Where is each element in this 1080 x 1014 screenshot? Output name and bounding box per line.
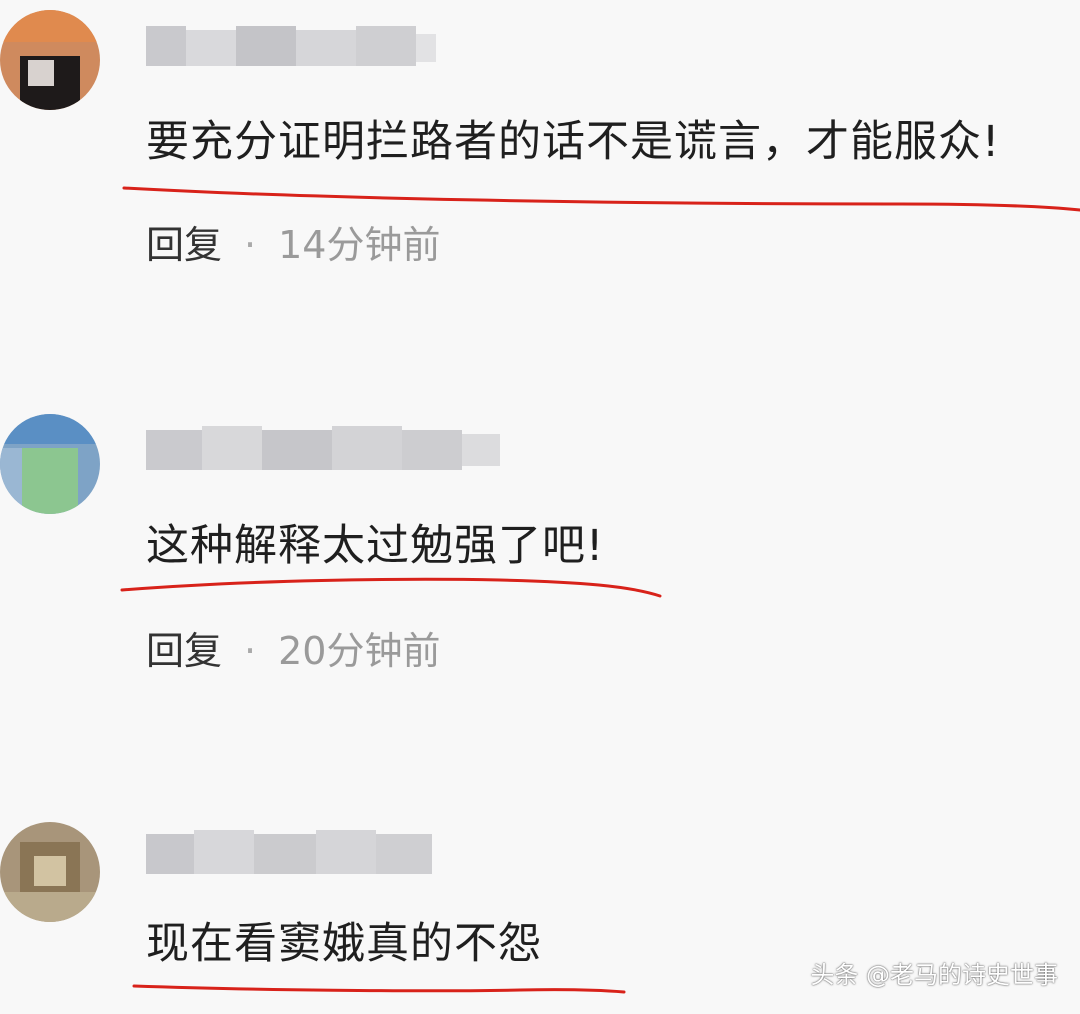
comment-text: 这种解释太过勉强了吧! — [146, 521, 605, 571]
avatar[interactable] — [0, 822, 100, 922]
red-underline — [120, 577, 662, 598]
red-underline — [122, 186, 1080, 212]
reply-button[interactable]: 回复 — [146, 629, 222, 673]
separator-dot: · — [244, 629, 257, 673]
avatar[interactable] — [0, 10, 100, 110]
username-blurred[interactable] — [146, 828, 436, 876]
comment-meta: 回复 · 14分钟前 — [146, 220, 440, 270]
separator-dot: · — [244, 223, 257, 267]
username-blurred[interactable] — [146, 424, 506, 472]
comment-meta: 回复 · 20分钟前 — [146, 626, 440, 676]
timestamp: 14分钟前 — [278, 223, 441, 267]
comment-text: 要充分证明拦路者的话不是谎言，才能服众! — [146, 117, 1001, 167]
comment-text: 现在看窦娥真的不怨 — [146, 919, 542, 969]
timestamp: 20分钟前 — [278, 629, 441, 673]
watermark: 头条 @老马的诗史世事 — [810, 961, 1058, 989]
username-blurred[interactable] — [146, 22, 436, 70]
reply-button[interactable]: 回复 — [146, 223, 222, 267]
avatar[interactable] — [0, 414, 100, 514]
